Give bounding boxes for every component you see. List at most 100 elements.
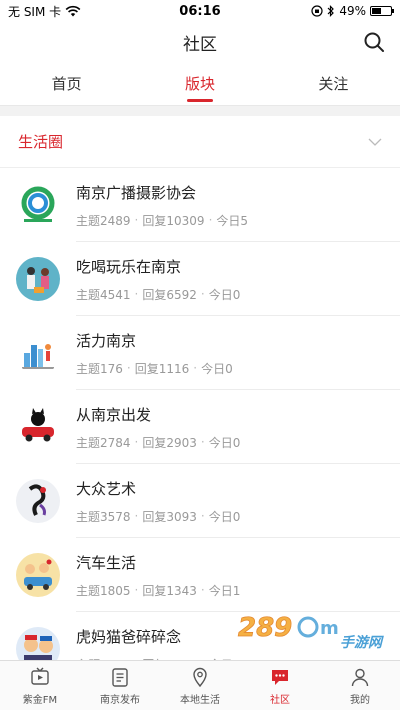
tab-home[interactable]: 首页	[0, 62, 133, 105]
search-icon[interactable]	[362, 30, 386, 54]
list-item[interactable]: 活力南京 主题176 · 回复1116 · 今日0	[0, 316, 400, 390]
carrier-text: 无 SIM 卡	[8, 4, 62, 19]
reply-count: 回复1116	[134, 361, 190, 376]
forum-name: 大众艺术	[76, 479, 137, 498]
section-title: 生活圈	[18, 133, 64, 151]
separator-dot: ·	[134, 509, 139, 523]
cat-in-car-illustration	[16, 405, 60, 449]
location-pin-icon	[193, 667, 207, 687]
separator-dot: ·	[200, 435, 205, 449]
separator-dot: ·	[200, 509, 205, 523]
today-count: 今日0	[208, 435, 241, 450]
topic-count: 主题176	[76, 361, 123, 376]
tab-following[interactable]: 关注	[267, 62, 400, 105]
tv-icon	[31, 667, 49, 685]
list-item[interactable]: 吃喝玩乐在南京 主题4541 · 回复6592 · 今日0	[0, 242, 400, 316]
forum-name: 吃喝玩乐在南京	[76, 257, 182, 276]
forum-stats: 主题4541 · 回复6592 · 今日0	[76, 286, 240, 303]
bottom-tab-mine[interactable]: 我的	[320, 661, 400, 710]
section-divider	[0, 106, 400, 116]
item-body: 吃喝玩乐在南京 主题4541 · 回复6592 · 今日0	[76, 256, 240, 303]
status-right: 49%	[311, 4, 394, 18]
separator-dot: ·	[126, 361, 131, 375]
chat-bubble-icon	[272, 669, 288, 685]
bottom-tab-label: 我的	[350, 694, 370, 706]
item-body: 活力南京 主题176 · 回复1116 · 今日0	[76, 330, 233, 377]
battery-percent: 49%	[339, 4, 366, 18]
bottom-tab-label: 南京发布	[100, 694, 140, 706]
chevron-down-icon[interactable]	[368, 135, 382, 149]
topic-count: 主题4541	[76, 287, 131, 302]
battery-fill	[372, 8, 381, 14]
battery-icon	[370, 6, 394, 16]
bottom-tab-zijin-fm[interactable]: 紫金FM	[0, 661, 80, 710]
separator-dot: ·	[200, 287, 205, 301]
section-header[interactable]: 生活圈	[0, 116, 400, 168]
list-item[interactable]: 南京广播摄影协会 主题2489 · 回复10309 · 今日5	[0, 168, 400, 242]
bottom-tab-label: 紫金FM	[22, 694, 58, 706]
list-item[interactable]: 大众艺术 主题3578 · 回复3093 · 今日0	[0, 464, 400, 538]
tab-boards[interactable]: 版块	[133, 62, 266, 105]
bottom-tab-bar: 紫金FM 南京发布 本地生活 社区 我的	[0, 660, 400, 710]
bottom-tab-nanjing-release[interactable]: 南京发布	[80, 661, 160, 710]
reply-count: 回复3093	[142, 509, 197, 524]
today-count: 今日0	[208, 287, 241, 302]
separator-dot: ·	[193, 361, 198, 375]
person-icon	[351, 668, 369, 686]
reply-count: 回复2903	[142, 435, 197, 450]
bluetooth-icon	[327, 5, 335, 17]
reply-count: 回复6592	[142, 287, 197, 302]
document-icon	[112, 667, 128, 687]
status-left: 无 SIM 卡	[8, 3, 81, 20]
forum-name: 虎妈猫爸碎碎念	[76, 627, 182, 646]
bottom-tab-community[interactable]: 社区	[240, 661, 320, 710]
photo-club-logo	[16, 183, 60, 227]
forum-stats: 主题2489 · 回复10309 · 今日5	[76, 212, 248, 229]
forum-stats: 主题1805 · 回复1343 · 今日1	[76, 582, 240, 599]
forum-name: 活力南京	[76, 331, 137, 350]
forum-name: 汽车生活	[76, 553, 137, 572]
nav-bar: 社区	[0, 22, 400, 62]
list-item[interactable]: 从南京出发 主题2784 · 回复2903 · 今日0	[0, 390, 400, 464]
top-tabs: 首页 版块 关注	[0, 62, 400, 106]
city-skyline-illustration	[16, 331, 60, 375]
reply-count: 回复10309	[142, 213, 205, 228]
today-count: 今日0	[208, 509, 241, 524]
topic-count: 主题2489	[76, 213, 131, 228]
forum-stats: 主题2784 · 回复2903 · 今日0	[76, 434, 240, 451]
separator-dot: ·	[200, 583, 205, 597]
item-body: 南京广播摄影协会 主题2489 · 回复10309 · 今日5	[76, 182, 248, 229]
status-bar: 无 SIM 卡 06:16 49%	[0, 0, 400, 22]
topic-count: 主题2784	[76, 435, 131, 450]
bottom-tab-label: 社区	[270, 694, 290, 706]
forum-name: 南京广播摄影协会	[76, 183, 197, 202]
watermark-subtext: 手游网	[340, 635, 382, 651]
item-body: 大众艺术 主题3578 · 回复3093 · 今日0	[76, 478, 240, 525]
forum-stats: 主题3578 · 回复3093 · 今日0	[76, 508, 240, 525]
list-item[interactable]: 汽车生活 主题1805 · 回复1343 · 今日1	[0, 538, 400, 612]
forum-name: 从南京出发	[76, 405, 152, 424]
today-count: 今日0	[201, 361, 233, 376]
topic-count: 主题1805	[76, 583, 131, 598]
bottom-tab-local-life[interactable]: 本地生活	[160, 661, 240, 710]
topic-count: 主题3578	[76, 509, 131, 524]
wifi-icon	[65, 5, 81, 17]
separator-dot: ·	[134, 287, 139, 301]
separator-dot: ·	[208, 213, 213, 227]
bottom-tab-label: 本地生活	[180, 694, 220, 706]
item-body: 从南京出发 主题2784 · 回复2903 · 今日0	[76, 404, 240, 451]
cartoon-people-illustration	[16, 257, 60, 301]
forum-list: 南京广播摄影协会 主题2489 · 回复10309 · 今日5 吃喝玩乐在南京 主题…	[0, 168, 400, 686]
cartoon-car-people-illustration	[16, 553, 60, 597]
separator-dot: ·	[134, 435, 139, 449]
page-title: 社区	[183, 34, 217, 55]
reply-count: 回复1343	[142, 583, 197, 598]
separator-dot: ·	[134, 213, 139, 227]
forum-stats: 主题176 · 回复1116 · 今日0	[76, 360, 233, 377]
today-count: 今日1	[208, 583, 241, 598]
item-body: 汽车生活 主题1805 · 回复1343 · 今日1	[76, 552, 240, 599]
today-count: 今日5	[216, 213, 249, 228]
art-figure-illustration	[16, 479, 60, 523]
orientation-lock-icon	[311, 5, 323, 17]
separator-dot: ·	[134, 583, 139, 597]
